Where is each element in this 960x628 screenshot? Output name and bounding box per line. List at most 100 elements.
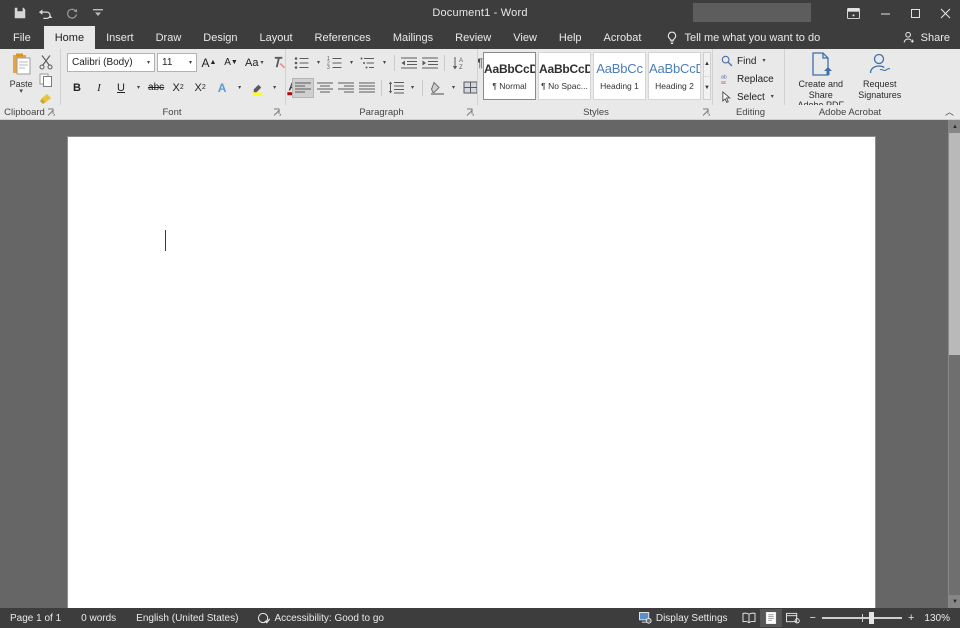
tab-review[interactable]: Review <box>444 26 502 49</box>
tab-insert[interactable]: Insert <box>95 26 145 49</box>
dialog-launcher-icon[interactable] <box>273 108 282 117</box>
style-no-spacing[interactable]: AaBbCcDc ¶ No Spac... <box>538 52 591 100</box>
scrollbar-thumb[interactable] <box>949 133 960 355</box>
tell-me-search[interactable]: Tell me what you want to do <box>652 26 820 49</box>
ribbon-group-labels: Clipboard Font Paragraph Styles Editing … <box>0 105 960 120</box>
select-caret-icon[interactable]: ▾ <box>769 87 776 107</box>
sort-button[interactable]: AZ <box>449 53 469 73</box>
align-right-button[interactable] <box>336 78 356 98</box>
save-icon[interactable] <box>12 5 28 21</box>
dialog-launcher-icon[interactable] <box>47 108 56 117</box>
style-normal[interactable]: AaBbCcDc ¶ Normal <box>483 52 536 100</box>
multilevel-list-button[interactable] <box>358 53 378 73</box>
redo-icon[interactable] <box>64 5 80 21</box>
style-heading-2[interactable]: AaBbCcD Heading 2 <box>648 52 701 100</box>
accessibility-indicator[interactable]: Accessibility: Good to go <box>248 608 394 628</box>
tab-help[interactable]: Help <box>548 26 593 49</box>
line-spacing-button[interactable] <box>386 78 406 98</box>
tab-file[interactable]: File <box>0 26 44 49</box>
scroll-up-arrow-icon[interactable]: ▲ <box>949 120 960 133</box>
view-web-layout-button[interactable] <box>782 609 804 627</box>
undo-icon[interactable] <box>38 5 54 21</box>
share-button[interactable]: Share <box>903 26 950 49</box>
tab-acrobat[interactable]: Acrobat <box>593 26 653 49</box>
dialog-launcher-icon[interactable] <box>702 108 711 117</box>
line-spacing-caret-icon[interactable]: ▾ <box>407 78 418 98</box>
zoom-out-button[interactable]: − <box>810 613 816 624</box>
styles-scroll-down-icon[interactable]: ▼ <box>704 76 710 100</box>
display-settings-button[interactable]: Display Settings <box>629 608 738 628</box>
paste-dropdown-caret-icon[interactable]: ▾ <box>19 89 23 95</box>
zoom-track[interactable] <box>822 617 902 619</box>
replace-button[interactable]: abac Replace <box>721 71 774 87</box>
shading-caret-icon[interactable]: ▾ <box>448 78 459 98</box>
change-case-button[interactable]: Aa▾ <box>243 53 267 73</box>
select-button[interactable]: Select ▾ <box>721 89 776 105</box>
language-indicator[interactable]: English (United States) <box>126 608 248 628</box>
tab-references[interactable]: References <box>304 26 382 49</box>
maximize-icon[interactable] <box>900 0 930 26</box>
zoom-level-label[interactable]: 130% <box>920 613 960 624</box>
view-read-mode-button[interactable] <box>738 609 760 627</box>
close-icon[interactable] <box>930 0 960 26</box>
multilevel-caret-icon[interactable]: ▾ <box>379 53 390 73</box>
bullets-button[interactable] <box>292 53 312 73</box>
text-effects-button[interactable]: A <box>212 78 232 98</box>
paste-button[interactable]: Paste ▾ <box>6 51 36 95</box>
font-size-combo[interactable]: 11 ▾ <box>157 53 197 72</box>
bullets-caret-icon[interactable]: ▾ <box>313 53 324 73</box>
superscript-button[interactable]: X2 <box>190 78 210 98</box>
tab-view[interactable]: View <box>502 26 548 49</box>
customize-quick-access-toolbar-icon[interactable] <box>90 5 106 21</box>
underline-dropdown-caret-icon[interactable]: ▾ <box>133 78 144 98</box>
ribbon-display-options-icon[interactable] <box>836 0 870 26</box>
decrease-indent-button[interactable] <box>399 53 419 73</box>
document-canvas[interactable] <box>0 120 948 608</box>
vertical-scrollbar[interactable]: ▲ ▼ <box>948 120 960 608</box>
find-button[interactable]: Find ▾ <box>721 53 767 69</box>
zoom-in-button[interactable]: + <box>908 613 914 624</box>
request-signatures-button[interactable]: RequestSignatures <box>853 51 907 100</box>
italic-button[interactable]: I <box>89 78 109 98</box>
bold-button[interactable]: B <box>67 78 87 98</box>
tab-layout[interactable]: Layout <box>249 26 304 49</box>
strikethrough-button[interactable]: abc <box>146 78 166 98</box>
find-caret-icon[interactable]: ▾ <box>760 51 767 71</box>
tab-mailings[interactable]: Mailings <box>382 26 444 49</box>
create-and-share-adobe-pdf-button[interactable]: Create and ShareAdobe PDF <box>789 51 853 111</box>
zoom-handle[interactable] <box>869 612 874 624</box>
dialog-launcher-icon[interactable] <box>466 108 475 117</box>
collapse-ribbon-icon[interactable]: ︿ <box>945 105 954 118</box>
document-page[interactable] <box>68 137 875 608</box>
subscript-button[interactable]: X2 <box>168 78 188 98</box>
title-bar: Document1 - Word <box>0 0 960 26</box>
tab-draw[interactable]: Draw <box>145 26 193 49</box>
increase-indent-button[interactable] <box>420 53 440 73</box>
tab-design[interactable]: Design <box>192 26 248 49</box>
font-name-combo[interactable]: Calibri (Body) ▾ <box>67 53 155 72</box>
text-effects-caret-icon[interactable]: ▾ <box>234 78 245 98</box>
numbering-button[interactable]: 123 <box>325 53 345 73</box>
zoom-slider[interactable]: − + <box>804 613 921 624</box>
shrink-font-button[interactable]: A▼ <box>221 53 241 73</box>
minimize-icon[interactable] <box>870 0 900 26</box>
align-center-button[interactable] <box>315 78 335 98</box>
display-settings-icon <box>639 612 652 624</box>
shading-button[interactable] <box>427 78 447 98</box>
underline-button[interactable]: U <box>111 78 131 98</box>
highlight-caret-icon[interactable]: ▾ <box>269 78 280 98</box>
numbering-caret-icon[interactable]: ▾ <box>346 53 357 73</box>
styles-scroll-up-icon[interactable]: ▲ <box>704 53 710 76</box>
chevron-down-icon[interactable]: ▾ <box>187 53 194 73</box>
tab-home[interactable]: Home <box>44 26 95 49</box>
chevron-down-icon[interactable]: ▾ <box>145 53 152 73</box>
justify-button[interactable] <box>357 78 377 98</box>
page-indicator[interactable]: Page 1 of 1 <box>0 608 71 628</box>
grow-font-button[interactable]: A▲ <box>199 53 219 73</box>
view-print-layout-button[interactable] <box>760 609 782 627</box>
text-highlight-button[interactable] <box>247 78 267 98</box>
style-heading-1[interactable]: AaBbCc Heading 1 <box>593 52 646 100</box>
align-left-button[interactable] <box>292 78 314 98</box>
word-count[interactable]: 0 words <box>71 608 126 628</box>
scroll-down-arrow-icon[interactable]: ▼ <box>949 595 960 608</box>
